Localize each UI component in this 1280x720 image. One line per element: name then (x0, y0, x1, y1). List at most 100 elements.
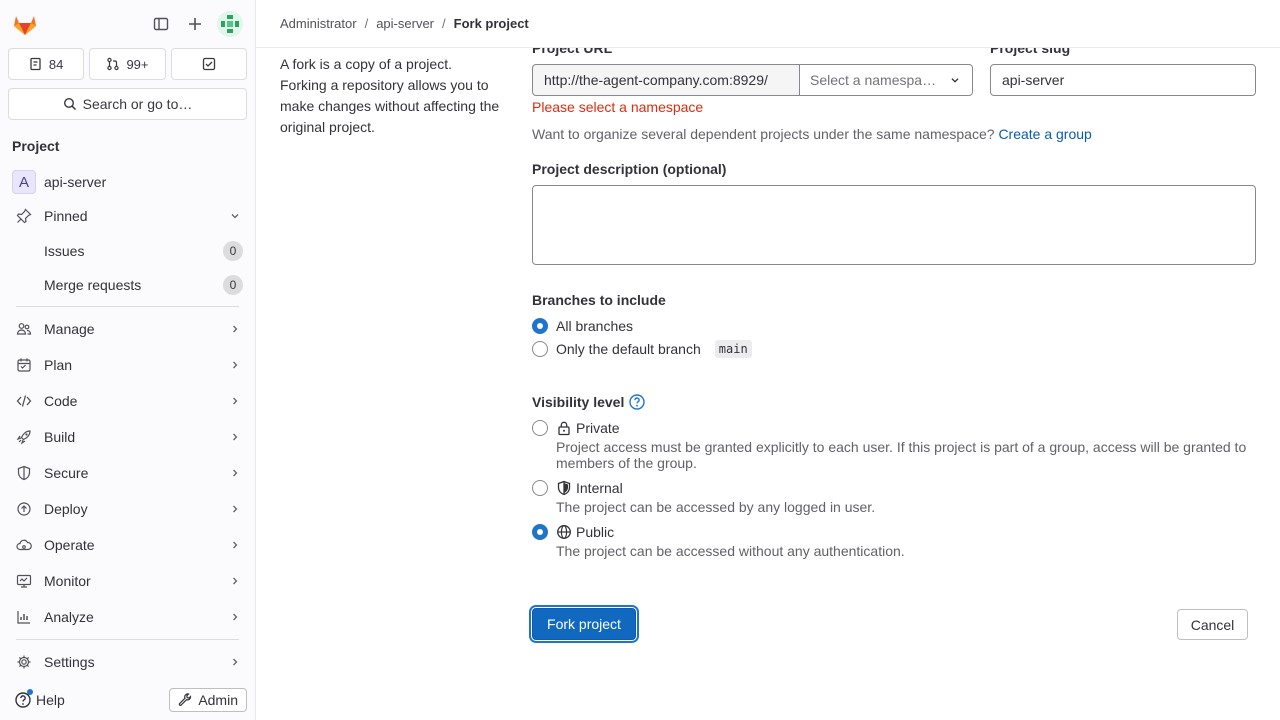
visibility-option-private[interactable]: Private Project access must be granted e… (532, 420, 1256, 471)
breadcrumb-fork-project[interactable]: Fork project (454, 16, 529, 31)
sidebar-counts: 84 99+ (0, 48, 255, 80)
internal-label: Internal (576, 480, 623, 496)
deploy-icon (17, 502, 31, 516)
branch-option-default[interactable]: Only the default branch main (532, 340, 752, 358)
sidebar-item-build[interactable]: Build (0, 419, 255, 455)
sidebar-item-label: Analyze (44, 609, 94, 625)
project-url-field: http://the-agent-company.com:8929/ Selec… (532, 64, 973, 96)
namespace-hint: Want to organize several dependent proje… (532, 126, 1092, 142)
public-label: Public (576, 524, 615, 540)
issues-count-button[interactable]: 84 (8, 48, 85, 80)
cancel-button[interactable]: Cancel (1177, 609, 1248, 640)
monitor-icon (16, 574, 32, 588)
plus-icon[interactable] (183, 12, 207, 36)
project-slug-input[interactable]: api-server (990, 64, 1256, 96)
url-prefix: http://the-agent-company.com:8929/ (532, 64, 799, 96)
calendar-icon (17, 358, 31, 372)
chart-icon (17, 611, 30, 624)
breadcrumb-api-server[interactable]: api-server (376, 16, 434, 31)
breadcrumb-administrator[interactable]: Administrator (280, 16, 357, 31)
issues-count: 84 (48, 56, 64, 72)
branch-option-all[interactable]: All branches (532, 318, 633, 334)
chevron-right-icon (233, 433, 238, 441)
sidebar-item-label: Build (44, 429, 76, 445)
wrench-icon (179, 693, 192, 706)
chevron-right-icon (233, 397, 238, 405)
sidebar-pinned-toggle[interactable]: Pinned (0, 198, 255, 234)
breadcrumb: Administrator / api-server / Fork projec… (256, 0, 1280, 48)
sidebar-item-label: Settings (44, 654, 95, 670)
sidebar-item-analyze[interactable]: Analyze (0, 599, 255, 635)
chevron-down-icon (951, 78, 959, 83)
sidebar-item-label: Manage (44, 321, 95, 337)
merge-requests-count: 99+ (126, 56, 149, 72)
branch-default-label: Only the default branch (556, 341, 701, 357)
sidebar-item-settings[interactable]: Settings (0, 644, 255, 680)
sidebar-nav: A api-server Pinned Issues 0 Merge reque… (0, 166, 255, 680)
notification-dot (27, 689, 33, 695)
sidebar-item-code[interactable]: Code (0, 383, 255, 419)
radio-all-branches[interactable] (532, 318, 548, 334)
search-button[interactable]: Search or go to… (8, 88, 247, 120)
sidebar-item-plan[interactable]: Plan (0, 347, 255, 383)
sidebar-item-monitor[interactable]: Monitor (0, 563, 255, 599)
radio-internal[interactable] (532, 480, 548, 496)
shield-icon (557, 480, 571, 496)
todos-button[interactable] (170, 48, 247, 80)
gitlab-logo-icon[interactable] (12, 11, 38, 37)
sidebar-divider (16, 639, 239, 640)
create-group-link[interactable]: Create a group (998, 126, 1091, 142)
sidebar: 84 99+ Search or go to… Project A api-se… (0, 0, 256, 720)
user-avatar[interactable] (217, 11, 243, 37)
namespace-placeholder: Select a namespa… (810, 72, 937, 88)
radio-public[interactable] (532, 524, 548, 540)
sidebar-item-label: Monitor (44, 573, 91, 589)
sidebar-item-deploy[interactable]: Deploy (0, 491, 255, 527)
namespace-select[interactable]: Select a namespa… (799, 64, 973, 96)
visibility-label-text: Visibility level (532, 394, 625, 410)
project-description-textarea[interactable] (532, 185, 1256, 265)
help-circle-icon[interactable] (628, 393, 646, 411)
shield-icon (17, 465, 31, 481)
help-button[interactable]: Help (14, 689, 65, 709)
sidebar-item-secure[interactable]: Secure (0, 455, 255, 491)
rocket-icon (16, 430, 31, 445)
sidebar-item-label: Merge requests (44, 277, 142, 293)
fork-project-form: A fork is a copy of a project. Forking a… (256, 40, 1280, 720)
search-icon (63, 97, 76, 111)
sidebar-item-label: Plan (44, 357, 73, 373)
internal-description: The project can be accessed by any logge… (556, 499, 876, 515)
visibility-option-public[interactable]: Public The project can be accessed witho… (532, 524, 1256, 559)
lock-icon (558, 421, 570, 436)
gear-icon (17, 655, 31, 669)
admin-button[interactable]: Admin (169, 688, 247, 712)
sidebar-top (0, 0, 255, 48)
chevron-down-icon (231, 214, 239, 219)
hint-text: Want to organize several dependent proje… (532, 126, 995, 142)
search-label: Search or go to… (82, 96, 193, 112)
issues-badge: 0 (223, 241, 243, 261)
sidebar-item-label: Operate (44, 537, 95, 553)
chevron-right-icon (233, 613, 238, 621)
sidebar-item-issues[interactable]: Issues 0 (0, 234, 255, 268)
chevron-right-icon (233, 577, 238, 585)
pinned-label: Pinned (44, 208, 88, 224)
code-icon (16, 395, 32, 407)
sidebar-bottom: Help Admin (0, 680, 255, 720)
admin-label: Admin (198, 692, 238, 708)
merge-requests-count-button[interactable]: 99+ (89, 48, 166, 80)
pin-icon (16, 208, 32, 224)
sidebar-item-manage[interactable]: Manage (0, 311, 255, 347)
sidebar-item-operate[interactable]: Operate (0, 527, 255, 563)
visibility-option-internal[interactable]: Internal The project can be accessed by … (532, 480, 1256, 515)
branch-all-label: All branches (556, 318, 634, 334)
toggle-sidebar-icon[interactable] (149, 12, 173, 36)
sidebar-project-link[interactable]: A api-server (0, 166, 255, 198)
sidebar-item-merge-requests[interactable]: Merge requests 0 (0, 268, 255, 302)
radio-default-branch[interactable] (532, 341, 548, 357)
fork-project-button[interactable]: Fork project (532, 608, 636, 640)
radio-private[interactable] (532, 420, 548, 436)
chevron-right-icon (233, 325, 238, 333)
sidebar-section-title: Project (12, 138, 60, 154)
private-label: Private (576, 420, 620, 436)
